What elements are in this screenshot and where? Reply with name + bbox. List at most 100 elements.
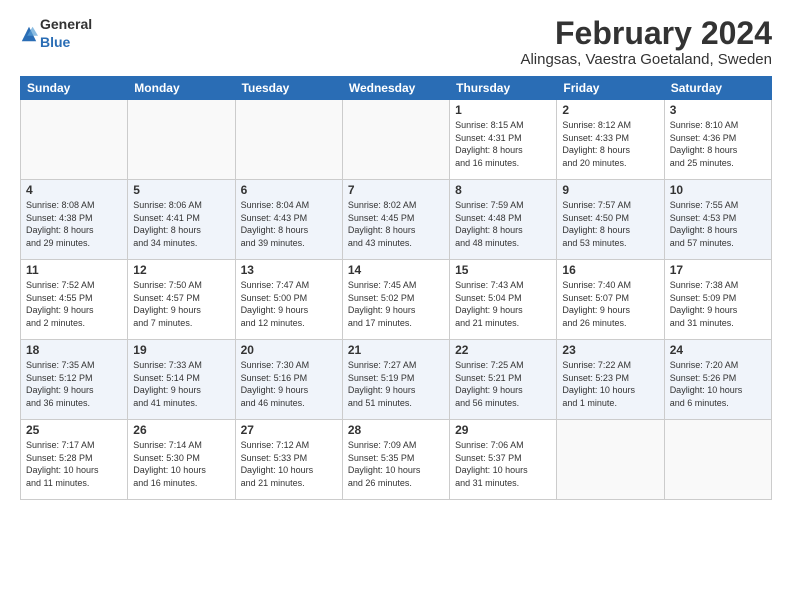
day-number: 15 [455, 263, 551, 277]
day-number: 10 [670, 183, 766, 197]
day-number: 5 [133, 183, 229, 197]
col-saturday: Saturday [664, 77, 771, 100]
table-row: 3 Sunrise: 8:10 AMSunset: 4:36 PMDaylight… [664, 100, 771, 180]
table-row: 5 Sunrise: 8:06 AMSunset: 4:41 PMDaylight… [128, 180, 235, 260]
table-row: 14 Sunrise: 7:45 AMSunset: 5:02 PMDayligh… [342, 260, 449, 340]
table-row: 2Sunrise: 8:12 AMSunset: 4:33 PMDaylight… [557, 100, 664, 180]
title-area: February 2024 Alingsas, Vaestra Goetalan… [520, 16, 772, 68]
calendar-header-row: Sunday Monday Tuesday Wednesday Thursday… [21, 77, 772, 100]
calendar-week-row: 11Sunrise: 7:52 AMSunset: 4:55 PMDayligh… [21, 260, 772, 340]
day-number: 3 [670, 103, 766, 117]
day-info: Sunrise: 7:20 AMSunset: 5:26 PMDaylight:… [670, 359, 766, 409]
page: General Blue February 2024 Alingsas, Vae… [0, 0, 792, 612]
calendar-week-row: 18 Sunrise: 7:35 AMSunset: 5:12 PMDayligh… [21, 340, 772, 420]
table-row [128, 100, 235, 180]
table-row: 6Sunrise: 8:04 AMSunset: 4:43 PMDaylight… [235, 180, 342, 260]
day-info: Sunrise: 7:45 AMSunset: 5:02 PMDaylight:… [348, 279, 444, 329]
col-friday: Friday [557, 77, 664, 100]
day-number: 7 [348, 183, 444, 197]
main-title: February 2024 [520, 16, 772, 51]
day-number: 19 [133, 343, 229, 357]
calendar: Sunday Monday Tuesday Wednesday Thursday… [20, 76, 772, 500]
header: General Blue February 2024 Alingsas, Vae… [20, 16, 772, 68]
day-number: 23 [562, 343, 658, 357]
table-row: 21 Sunrise: 7:27 AMSunset: 5:19 PMDayligh… [342, 340, 449, 420]
table-row: 4 Sunrise: 8:08 AMSunset: 4:38 PMDaylight… [21, 180, 128, 260]
calendar-week-row: 1Sunrise: 8:15 AMSunset: 4:31 PMDaylight… [21, 100, 772, 180]
day-info: Sunrise: 7:06 AMSunset: 5:37 PMDaylight:… [455, 439, 551, 489]
table-row: 18 Sunrise: 7:35 AMSunset: 5:12 PMDayligh… [21, 340, 128, 420]
day-number: 24 [670, 343, 766, 357]
logo-text: General Blue [40, 16, 92, 52]
day-info: Sunrise: 7:27 AMSunset: 5:19 PMDaylight:… [348, 359, 444, 409]
day-number: 16 [562, 263, 658, 277]
day-number: 1 [455, 103, 551, 117]
day-info: Sunrise: 8:06 AMSunset: 4:41 PMDaylight:… [133, 199, 229, 249]
day-info: Sunrise: 7:40 AMSunset: 5:07 PMDaylight:… [562, 279, 658, 329]
day-number: 25 [26, 423, 122, 437]
day-number: 22 [455, 343, 551, 357]
day-number: 29 [455, 423, 551, 437]
day-info: Sunrise: 7:25 AMSunset: 5:21 PMDaylight:… [455, 359, 551, 409]
day-info: Sunrise: 7:22 AMSunset: 5:23 PMDaylight:… [562, 359, 658, 409]
table-row: 12Sunrise: 7:50 AMSunset: 4:57 PMDayligh… [128, 260, 235, 340]
day-info: Sunrise: 7:12 AMSunset: 5:33 PMDaylight:… [241, 439, 337, 489]
day-info: Sunrise: 7:38 AMSunset: 5:09 PMDaylight:… [670, 279, 766, 329]
table-row: 20 Sunrise: 7:30 AMSunset: 5:16 PMDayligh… [235, 340, 342, 420]
table-row: 13 Sunrise: 7:47 AMSunset: 5:00 PMDayligh… [235, 260, 342, 340]
day-number: 18 [26, 343, 122, 357]
day-info: Sunrise: 7:57 AMSunset: 4:50 PMDaylight:… [562, 199, 658, 249]
col-tuesday: Tuesday [235, 77, 342, 100]
table-row: 23 Sunrise: 7:22 AMSunset: 5:23 PMDayligh… [557, 340, 664, 420]
table-row: 19 Sunrise: 7:33 AMSunset: 5:14 PMDayligh… [128, 340, 235, 420]
day-info: Sunrise: 7:43 AMSunset: 5:04 PMDaylight:… [455, 279, 551, 329]
table-row: 29 Sunrise: 7:06 AMSunset: 5:37 PMDayligh… [450, 420, 557, 500]
table-row: 26 Sunrise: 7:14 AMSunset: 5:30 PMDayligh… [128, 420, 235, 500]
day-info: Sunrise: 7:59 AMSunset: 4:48 PMDaylight:… [455, 199, 551, 249]
sub-title: Alingsas, Vaestra Goetaland, Sweden [520, 51, 772, 68]
table-row: 24 Sunrise: 7:20 AMSunset: 5:26 PMDayligh… [664, 340, 771, 420]
day-info: Sunrise: 7:55 AMSunset: 4:53 PMDaylight:… [670, 199, 766, 249]
day-info: Sunrise: 8:10 AMSunset: 4:36 PMDaylight:… [670, 119, 766, 169]
day-number: 14 [348, 263, 444, 277]
table-row: 11Sunrise: 7:52 AMSunset: 4:55 PMDayligh… [21, 260, 128, 340]
table-row: 15 Sunrise: 7:43 AMSunset: 5:04 PMDayligh… [450, 260, 557, 340]
day-number: 9 [562, 183, 658, 197]
day-number: 12 [133, 263, 229, 277]
day-number: 20 [241, 343, 337, 357]
day-info: Sunrise: 8:08 AMSunset: 4:38 PMDaylight:… [26, 199, 122, 249]
col-sunday: Sunday [21, 77, 128, 100]
col-wednesday: Wednesday [342, 77, 449, 100]
day-info: Sunrise: 7:17 AMSunset: 5:28 PMDaylight:… [26, 439, 122, 489]
day-info: Sunrise: 8:02 AMSunset: 4:45 PMDaylight:… [348, 199, 444, 249]
table-row [21, 100, 128, 180]
day-info: Sunrise: 7:33 AMSunset: 5:14 PMDaylight:… [133, 359, 229, 409]
table-row: 16 Sunrise: 7:40 AMSunset: 5:07 PMDayligh… [557, 260, 664, 340]
day-number: 21 [348, 343, 444, 357]
table-row [664, 420, 771, 500]
day-number: 17 [670, 263, 766, 277]
table-row [235, 100, 342, 180]
day-info: Sunrise: 7:35 AMSunset: 5:12 PMDaylight:… [26, 359, 122, 409]
col-monday: Monday [128, 77, 235, 100]
day-number: 27 [241, 423, 337, 437]
day-number: 11 [26, 263, 122, 277]
table-row: 9 Sunrise: 7:57 AMSunset: 4:50 PMDaylight… [557, 180, 664, 260]
table-row: 10 Sunrise: 7:55 AMSunset: 4:53 PMDayligh… [664, 180, 771, 260]
day-number: 4 [26, 183, 122, 197]
col-thursday: Thursday [450, 77, 557, 100]
day-info: Sunrise: 7:30 AMSunset: 5:16 PMDaylight:… [241, 359, 337, 409]
calendar-week-row: 25 Sunrise: 7:17 AMSunset: 5:28 PMDayligh… [21, 420, 772, 500]
table-row: 25 Sunrise: 7:17 AMSunset: 5:28 PMDayligh… [21, 420, 128, 500]
day-number: 26 [133, 423, 229, 437]
day-info: Sunrise: 7:14 AMSunset: 5:30 PMDaylight:… [133, 439, 229, 489]
table-row [342, 100, 449, 180]
day-info: Sunrise: 7:47 AMSunset: 5:00 PMDaylight:… [241, 279, 337, 329]
day-number: 13 [241, 263, 337, 277]
table-row: 7 Sunrise: 8:02 AMSunset: 4:45 PMDaylight… [342, 180, 449, 260]
day-info: Sunrise: 7:09 AMSunset: 5:35 PMDaylight:… [348, 439, 444, 489]
day-info: Sunrise: 8:12 AMSunset: 4:33 PMDaylight:… [562, 119, 658, 169]
table-row: 27 Sunrise: 7:12 AMSunset: 5:33 PMDayligh… [235, 420, 342, 500]
logo: General Blue [20, 16, 92, 52]
day-number: 28 [348, 423, 444, 437]
